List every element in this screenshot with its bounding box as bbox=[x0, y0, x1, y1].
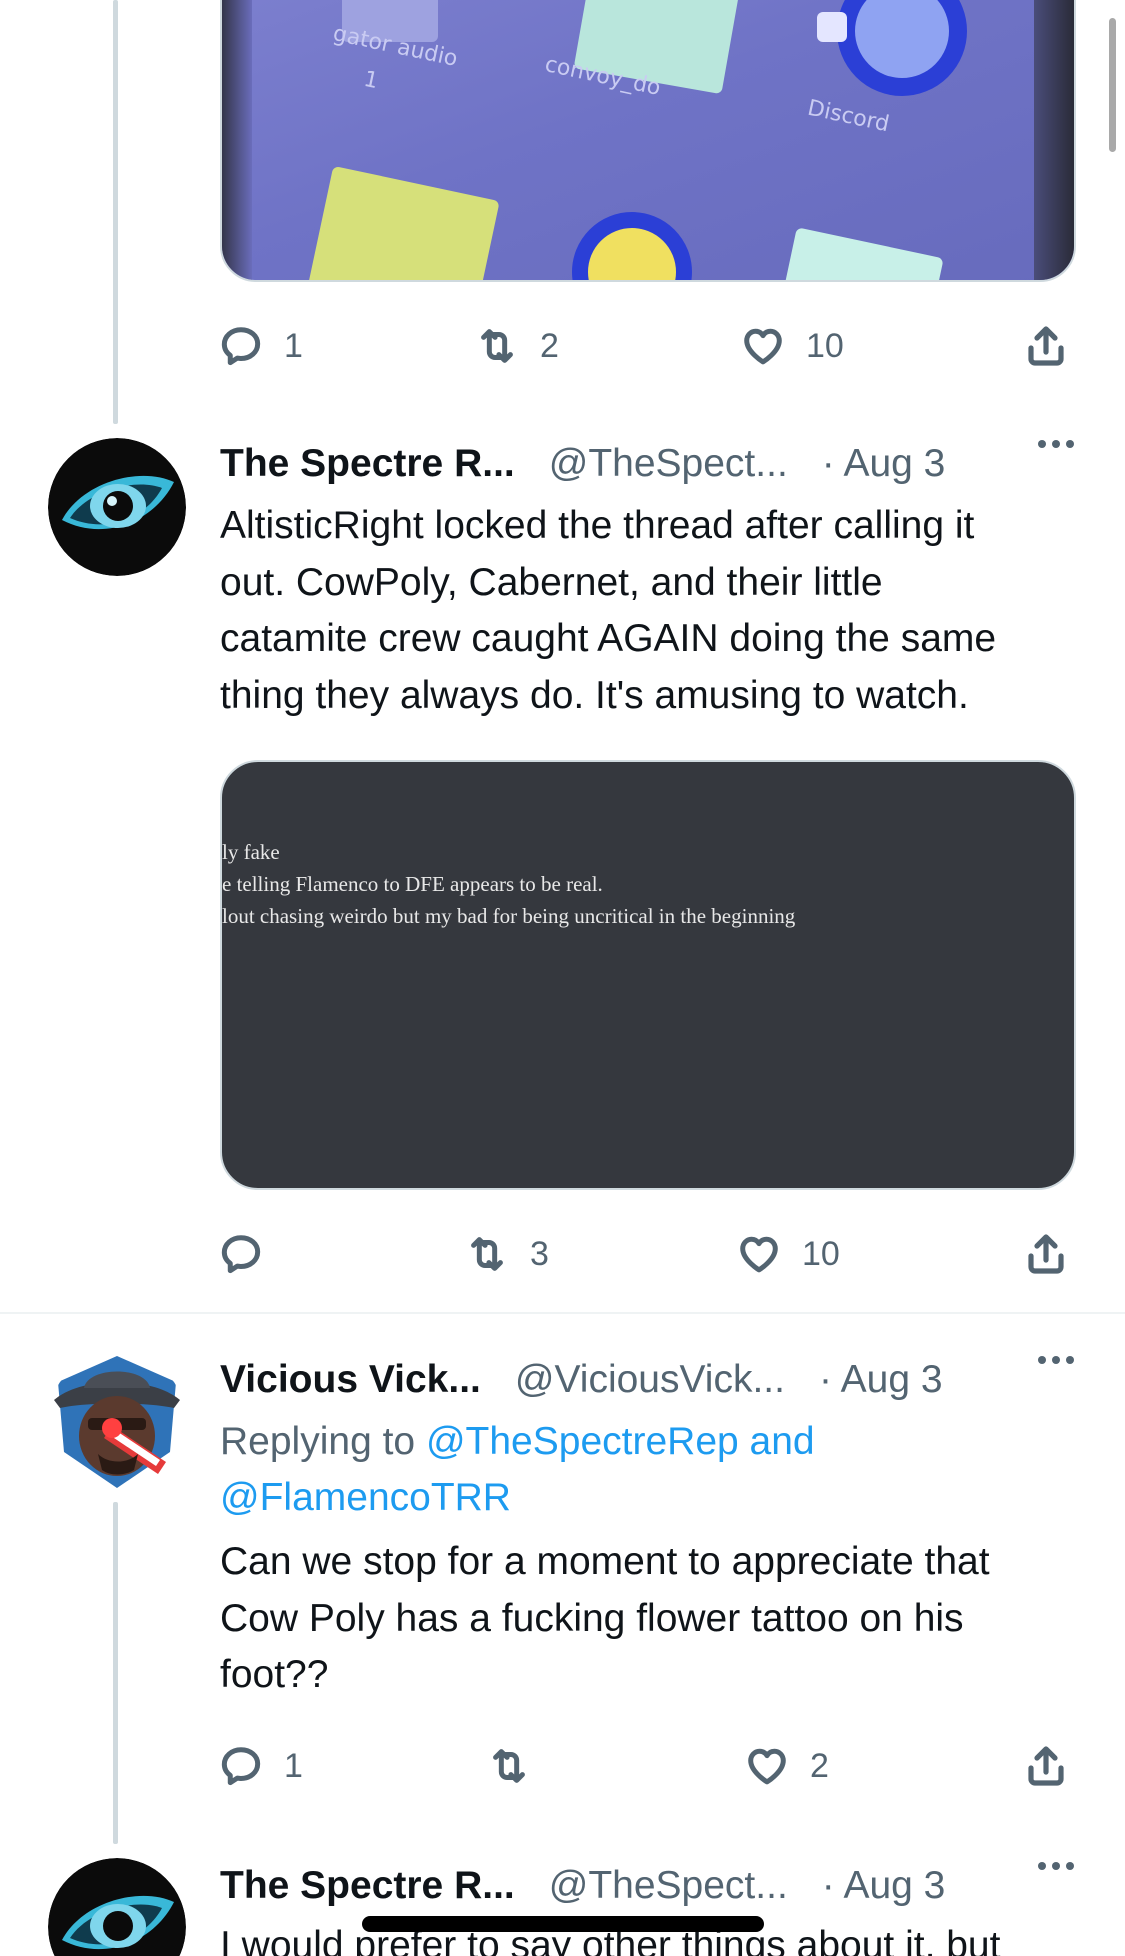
tweet-text-line: out. CowPoly, Cabernet, and their little bbox=[220, 560, 883, 604]
desktop-icon-label: 1 bbox=[361, 66, 381, 95]
tweet-date[interactable]: · Aug 3 bbox=[822, 442, 946, 486]
share-button[interactable] bbox=[1022, 1736, 1070, 1796]
avatar[interactable] bbox=[48, 438, 186, 576]
heart-icon bbox=[736, 1231, 782, 1277]
replying-to-label: Replying to bbox=[220, 1420, 426, 1463]
tweet-text: Can we stop for a moment to appreciate t… bbox=[220, 1534, 1090, 1704]
author-name[interactable]: The Spectre R... bbox=[220, 442, 515, 486]
like-button[interactable]: 2 bbox=[744, 1736, 829, 1796]
folder-icon bbox=[304, 165, 500, 280]
tweet-actions: 3 10 bbox=[218, 1224, 1076, 1284]
heart-icon bbox=[744, 1743, 790, 1789]
thread-connector-line bbox=[113, 1502, 118, 1844]
retweet-count: 3 bbox=[530, 1234, 549, 1273]
tweet-header: The Spectre R... @TheSpect... · Aug 3 bbox=[220, 1858, 1080, 1914]
reply-button[interactable]: 1 bbox=[218, 316, 303, 376]
share-button[interactable] bbox=[1022, 1224, 1070, 1284]
retweet-icon bbox=[486, 1743, 532, 1789]
author-name[interactable]: The Spectre R... bbox=[220, 1864, 515, 1908]
tweet-text-line: AltisticRight locked the thread after ca… bbox=[220, 504, 975, 547]
eye-logo-icon bbox=[48, 438, 186, 576]
tweet-header: The Spectre R... @TheSpect... · Aug 3 bbox=[220, 436, 1080, 492]
retweet-count: 2 bbox=[540, 326, 559, 365]
image-text-line: ly fake bbox=[222, 840, 280, 864]
reply-button[interactable]: 1 bbox=[218, 1736, 303, 1796]
home-indicator[interactable] bbox=[362, 1916, 764, 1932]
retweet-button[interactable]: 3 bbox=[464, 1224, 549, 1284]
author-handle[interactable]: @TheSpect... bbox=[549, 1864, 788, 1908]
reply-count: 1 bbox=[284, 326, 303, 365]
tweet-text-line: Cow Poly has a fucking flower tattoo on … bbox=[220, 1596, 964, 1640]
like-button[interactable]: 10 bbox=[740, 316, 844, 376]
replying-to: Replying to @TheSpectreRep and @Flamenco… bbox=[220, 1414, 1090, 1526]
image-text-line: e telling Flamenco to DFE appears to be … bbox=[222, 872, 603, 896]
desktop-icon-label: Discord bbox=[805, 95, 892, 138]
share-icon bbox=[1022, 1742, 1070, 1790]
tweet-divider bbox=[0, 1312, 1125, 1314]
author-handle[interactable]: @ViciousVick... bbox=[515, 1358, 785, 1402]
more-options-icon[interactable] bbox=[1038, 1862, 1074, 1870]
photo-shadow bbox=[1034, 0, 1074, 280]
like-count: 10 bbox=[806, 326, 844, 365]
reply-count: 1 bbox=[284, 1746, 303, 1785]
more-options-icon[interactable] bbox=[1038, 1356, 1074, 1364]
reply-button[interactable] bbox=[218, 1224, 284, 1284]
thread-connector-line bbox=[113, 0, 118, 424]
more-options-icon[interactable] bbox=[1038, 440, 1074, 448]
photo-icon-tile bbox=[817, 12, 847, 42]
discord-app-icon bbox=[837, 0, 967, 96]
scrollbar[interactable] bbox=[1109, 18, 1116, 152]
photo-icon-tile bbox=[780, 227, 944, 280]
mention-link[interactable]: @FlamencoTRR bbox=[220, 1476, 511, 1519]
share-icon bbox=[1022, 322, 1070, 370]
tweet-text-line: catamite crew caught AGAIN doing the sam… bbox=[220, 617, 997, 660]
tweet-header: Vicious Vick... @ViciousVick... · Aug 3 bbox=[220, 1352, 1080, 1408]
reply-icon bbox=[218, 1231, 264, 1277]
retweet-button[interactable] bbox=[486, 1736, 552, 1796]
photo-shadow bbox=[222, 0, 252, 280]
user-avatar-icon bbox=[54, 1356, 180, 1488]
like-button[interactable]: 10 bbox=[736, 1224, 840, 1284]
heart-icon bbox=[740, 323, 786, 369]
tweet-image[interactable]: gator audio 1 convoy_do Discord bbox=[220, 0, 1076, 282]
share-button[interactable] bbox=[1022, 316, 1070, 376]
avatar[interactable] bbox=[48, 1352, 186, 1490]
tweet-text-line: Can we stop for a moment to appreciate t… bbox=[220, 1540, 990, 1583]
tweet-text: AltisticRight locked the thread after ca… bbox=[220, 498, 1090, 724]
mention-link[interactable]: @TheSpectreRep and bbox=[426, 1420, 815, 1463]
tweet-image[interactable]: ly fake e telling Flamenco to DFE appear… bbox=[220, 760, 1076, 1190]
like-count: 2 bbox=[810, 1746, 829, 1785]
share-icon bbox=[1022, 1230, 1070, 1278]
retweet-icon bbox=[464, 1231, 510, 1277]
photo-app-icon bbox=[572, 212, 692, 280]
tweet-date[interactable]: · Aug 3 bbox=[822, 1864, 946, 1908]
retweet-button[interactable]: 2 bbox=[474, 316, 559, 376]
author-handle[interactable]: @TheSpect... bbox=[549, 442, 788, 486]
tweet-text-line: foot?? bbox=[220, 1653, 329, 1696]
eye-logo-icon bbox=[48, 1858, 186, 1956]
image-text-line: lout chasing weirdo but my bad for being… bbox=[222, 904, 796, 928]
reply-icon bbox=[218, 323, 264, 369]
retweet-icon bbox=[474, 323, 520, 369]
tweet-date[interactable]: · Aug 3 bbox=[819, 1358, 943, 1402]
like-count: 10 bbox=[802, 1234, 840, 1273]
avatar[interactable] bbox=[48, 1858, 186, 1956]
tweet-actions: 1 2 10 bbox=[218, 316, 1076, 376]
tweet-text-line: thing they always do. It's amusing to wa… bbox=[220, 673, 969, 717]
tweet-actions: 1 2 bbox=[218, 1736, 1076, 1796]
reply-icon bbox=[218, 1743, 264, 1789]
author-name[interactable]: Vicious Vick... bbox=[220, 1358, 481, 1402]
